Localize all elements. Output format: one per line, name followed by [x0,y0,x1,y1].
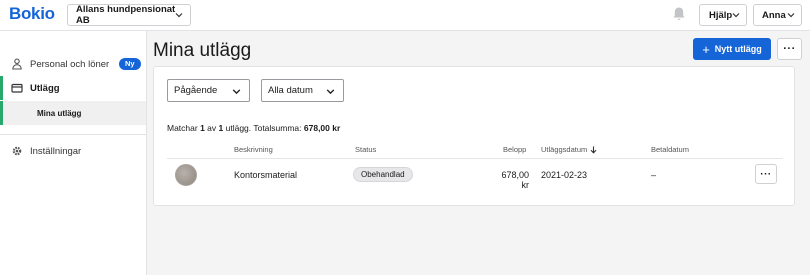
user-name: Anna [762,9,786,21]
sidebar-item-settings[interactable]: Inställningar [0,139,146,163]
company-selector[interactable]: Allans hundpensionat AB [67,4,191,26]
status-filter-select[interactable]: Pågående [167,79,250,102]
user-menu[interactable]: Anna [753,4,802,26]
help-label: Hjälp [709,9,733,21]
results-summary: Matchar 1 av 1 utlägg. Totalsumma: 678,0… [167,123,340,133]
summary-prefix: Matchar [167,123,201,133]
row-expense-date: 2021-02-23 [541,170,588,180]
sidebar-item-personal[interactable]: Personal och löner Ny [0,52,146,76]
row-more-button[interactable]: ··· [755,164,777,184]
date-filter-value: Alla datum [268,85,313,96]
chevron-down-icon [787,13,795,18]
row-description: Kontorsmaterial [234,170,298,180]
row-amount: 678,00 kr [501,170,529,190]
column-header-label: Utläggsdatum [541,145,588,154]
receipt-thumbnail[interactable] [175,164,197,186]
column-header-pay-date[interactable]: Betaldatum [651,145,689,154]
table-divider [167,158,783,159]
sidebar-item-label: Personal och löner [30,58,110,70]
page-title: Mina utlägg [153,40,252,61]
gear-icon [12,146,22,156]
summary-total: 678,00 kr [303,123,341,133]
chevron-down-icon [175,13,183,18]
sidebar-item-utlagg[interactable]: Utlägg [0,76,146,100]
column-header-expense-date[interactable]: Utläggsdatum [541,145,597,154]
chevron-down-icon [732,13,740,18]
more-options-button[interactable]: ··· [777,38,802,60]
new-expense-label: Nytt utlägg [714,44,762,54]
sidebar: Personal och löner Ny Utlägg Mina utlägg… [0,31,147,275]
plus-icon: + [702,41,710,57]
bokio-logo[interactable]: Bokio [9,4,55,24]
column-header-amount[interactable]: Belopp [503,145,526,154]
summary-suffix: utlägg. Totalsumma: [223,123,304,133]
new-badge: Ny [119,58,141,70]
sidebar-item-label: Utlägg [30,82,60,94]
chevron-down-icon [232,89,241,95]
expenses-card: Pågående Alla datum Matchar 1 av 1 utläg… [153,66,795,206]
summary-middle: av [204,123,219,133]
company-name: Allans hundpensionat AB [76,4,176,26]
bell-icon[interactable] [672,6,686,22]
new-expense-button[interactable]: + Nytt utlägg [693,38,771,60]
column-header-description[interactable]: Beskrivning [234,145,273,154]
more-icon: ··· [783,43,796,55]
arrow-down-icon [590,146,597,154]
wallet-icon [11,83,23,93]
status-badge: Obehandlad [353,167,413,182]
date-filter-select[interactable]: Alla datum [261,79,344,102]
more-icon: ··· [760,168,772,180]
person-icon [12,58,22,70]
column-header-status[interactable]: Status [355,145,376,154]
sidebar-divider [0,134,146,135]
sidebar-item-mina-utlagg[interactable]: Mina utlägg [0,101,146,125]
top-bar: Bokio Allans hundpensionat AB Hjälp Anna [0,0,810,31]
chevron-down-icon [326,89,335,95]
status-filter-value: Pågående [174,85,218,96]
row-pay-date: – [651,170,657,180]
help-menu[interactable]: Hjälp [699,4,747,26]
sidebar-item-label: Inställningar [30,145,82,157]
